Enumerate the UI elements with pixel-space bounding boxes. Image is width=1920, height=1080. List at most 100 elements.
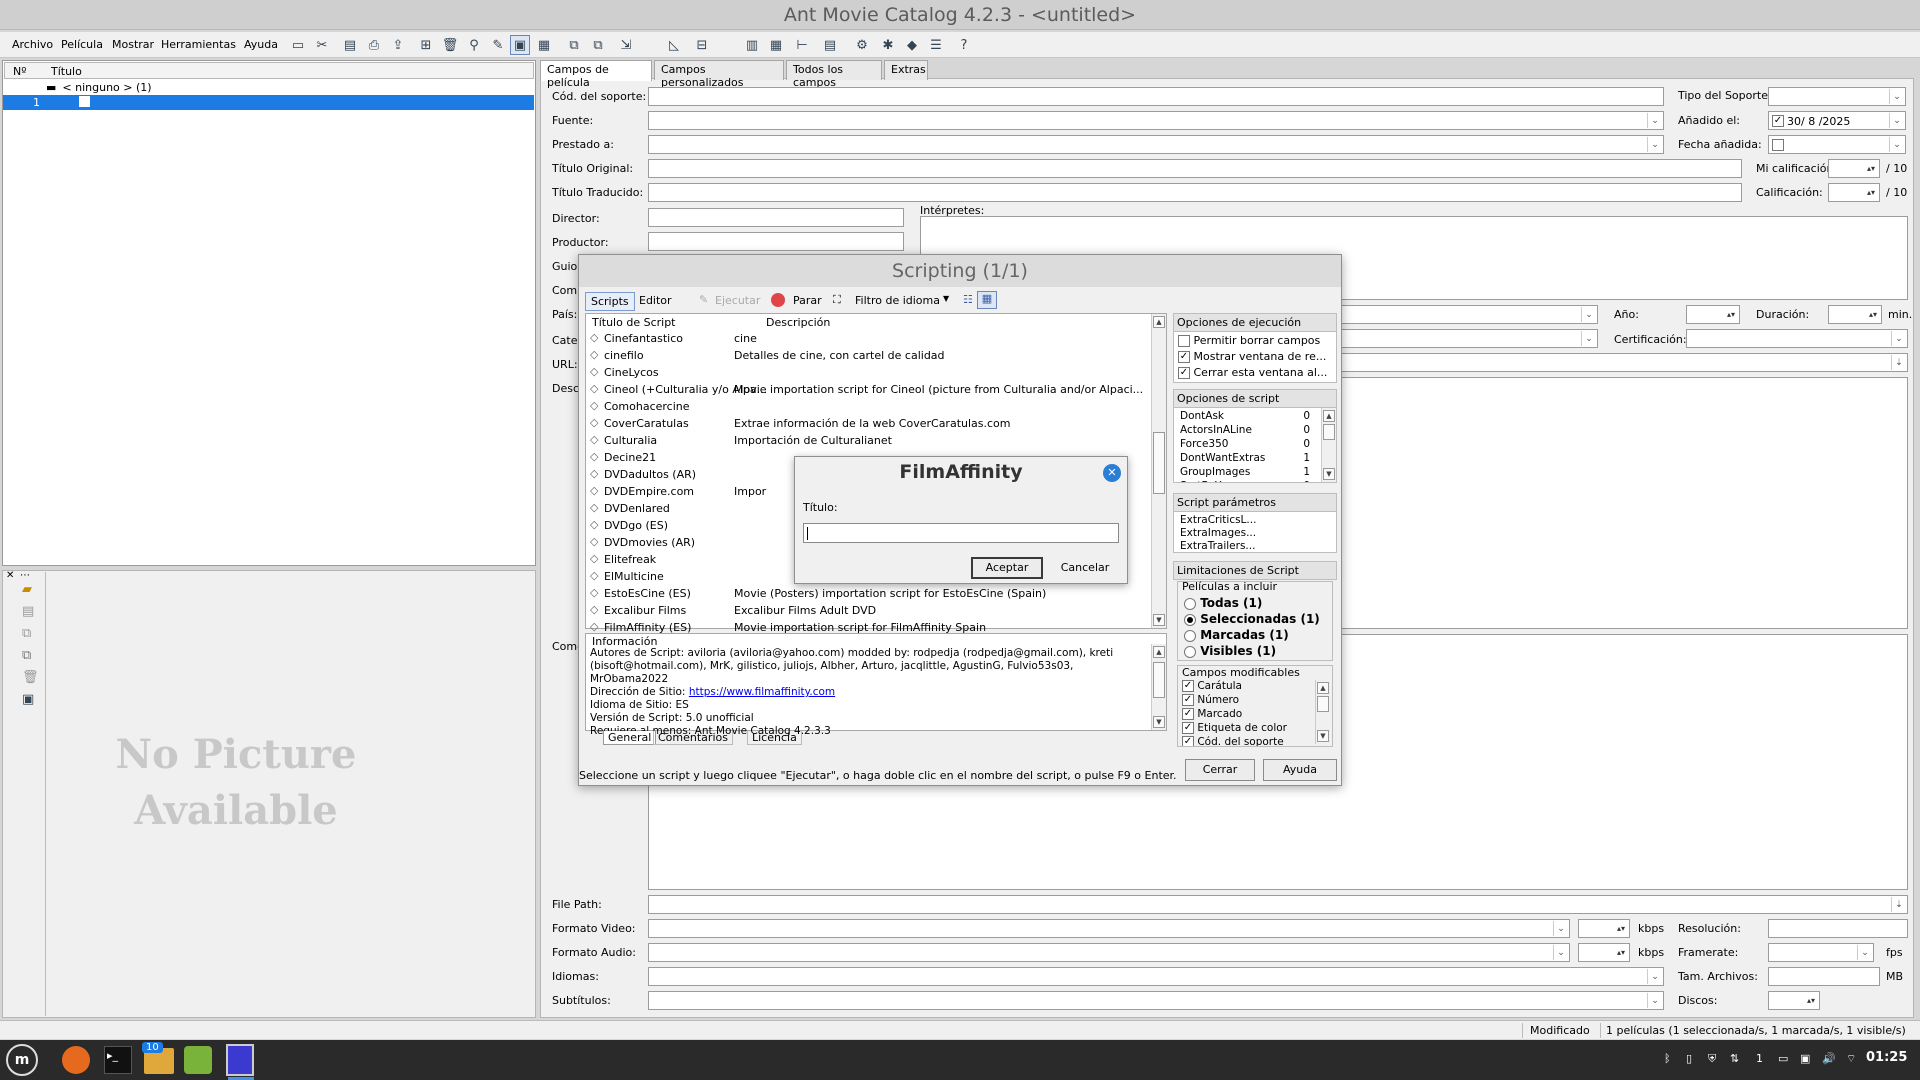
list-item[interactable]: ◇ CineLycos [588, 364, 1148, 381]
menu-mostrar[interactable]: Mostrar [112, 38, 154, 51]
script-param[interactable]: ExtraCriticsL... [1180, 514, 1256, 526]
table-icon[interactable]: ▦ [766, 35, 786, 55]
anadido-date[interactable]: ✓ 30/ 8 /2025 ⌄ [1768, 111, 1906, 130]
tipo-soporte-combo[interactable]: ⌄ [1768, 87, 1906, 106]
director-field[interactable] [648, 208, 904, 227]
prestado-combo[interactable]: ⌄ [648, 135, 1664, 154]
peliculas-option[interactable]: Todas (1) [1184, 596, 1262, 610]
campo-checkbox[interactable]: ✓ [1182, 722, 1194, 734]
options-icon[interactable]: ☰ [926, 35, 946, 55]
grid-icon[interactable]: ▦ [534, 35, 554, 55]
folder-icon[interactable]: ▰ [22, 582, 32, 597]
drag-handle[interactable]: ⋯ [20, 570, 30, 581]
gears-icon[interactable]: ✱ [878, 35, 898, 55]
edit-icon[interactable]: ✎ [488, 35, 508, 55]
fecha-anadida-date[interactable]: ⌄ [1768, 135, 1906, 154]
script-options[interactable]: DontAsk 0 ActorsInALine 0 Force350 0 DontWantE… [1173, 407, 1337, 483]
col-title[interactable]: Título [51, 65, 82, 78]
idiomas-combo[interactable]: ⌄ [648, 967, 1664, 986]
list-item[interactable]: ◇ Cineol (+Culturalia y/o Alpa... Movie im… [588, 381, 1148, 398]
grid-view-icon[interactable]: ▦ [977, 291, 997, 309]
paste-picture-icon[interactable]: ⧉ [22, 648, 31, 663]
find-icon[interactable]: ⚲ [464, 35, 484, 55]
copy-picture-icon[interactable]: ⧉ [22, 626, 31, 641]
script-list-scrollbar[interactable]: ▲ ▼ [1151, 314, 1166, 628]
descripcion-memo[interactable] [1340, 377, 1908, 629]
info-scrollbar[interactable]: ▲ ▼ [1151, 644, 1166, 730]
run-icon[interactable]: ✎ [699, 293, 708, 306]
formato-video-combo[interactable]: ⌄ [648, 919, 1570, 938]
tab-comentarios[interactable]: Comentarios [653, 731, 733, 745]
list-group[interactable]: ▬ < ninguno > (1) [46, 81, 152, 94]
audio-bitrate-spin[interactable]: ▴▾ [1578, 943, 1630, 962]
script-option[interactable]: Force350 0 [1180, 438, 1310, 450]
add-movie-icon[interactable]: ⊞ [416, 35, 436, 55]
ano-spin[interactable]: ▴▾ [1686, 305, 1740, 324]
firefox-icon[interactable] [62, 1046, 90, 1074]
script-option[interactable]: DontAsk 0 [1180, 410, 1310, 422]
subtitulos-combo[interactable]: ⌄ [648, 991, 1664, 1010]
formato-audio-combo[interactable]: ⌄ [648, 943, 1570, 962]
productor-field[interactable] [648, 232, 904, 251]
discos-spin[interactable]: ▴▾ [1768, 991, 1820, 1010]
picture-icon[interactable]: ▣ [510, 35, 530, 55]
volume-icon[interactable]: 🔊 [1822, 1052, 1836, 1065]
paste-icon[interactable]: ⧉ [588, 35, 608, 55]
save-picture-icon[interactable]: ▤ [22, 604, 34, 619]
stop-icon[interactable] [771, 293, 785, 307]
cancelar-button[interactable]: Cancelar [1049, 557, 1121, 579]
battery-icon[interactable]: ▭ [1778, 1052, 1788, 1065]
chevron-down-icon[interactable]: ▼ [943, 294, 949, 303]
workspace-indicator[interactable]: 1 [1756, 1052, 1763, 1065]
scroll-up-icon[interactable]: ▲ [1153, 316, 1165, 328]
info-site-link[interactable]: https://www.filmaffinity.com [689, 686, 835, 698]
peliculas-radio[interactable] [1184, 597, 1196, 610]
tab-campos-pelicula[interactable]: Campos de película [540, 60, 652, 89]
network-icon[interactable]: ⇅ [1730, 1052, 1739, 1065]
peliculas-radio[interactable] [1184, 629, 1196, 642]
open-icon[interactable]: ✂ [312, 35, 332, 55]
tab-todos-campos[interactable]: Todos los campos [786, 60, 882, 89]
titulo-input[interactable] [803, 523, 1119, 543]
bluetooth-icon[interactable]: ᛒ [1664, 1052, 1671, 1065]
save-icon[interactable]: ▤ [340, 35, 360, 55]
copy-icon[interactable]: ⧉ [564, 35, 584, 55]
video-bitrate-spin[interactable]: ▴▾ [1578, 919, 1630, 938]
url-field[interactable]: ⇣ [1340, 353, 1908, 372]
titulo-traducido-field[interactable] [648, 183, 1742, 202]
campo-option[interactable]: ✓ Marcado [1182, 708, 1242, 720]
close-button[interactable]: Cerrar [1185, 759, 1255, 781]
exec-option[interactable]: ✓ Mostrar ventana de re... [1178, 350, 1326, 363]
campo-checkbox[interactable]: ✓ [1182, 680, 1194, 692]
campos-scrollbar[interactable]: ▲ ▼ [1315, 680, 1330, 744]
tab-general[interactable]: General [603, 731, 657, 745]
row-checkbox[interactable] [79, 96, 90, 107]
scroll-thumb[interactable] [1153, 432, 1165, 494]
mi-calificacion-spin[interactable]: ▴▾ [1828, 159, 1880, 178]
aceptar-button[interactable]: Aceptar [971, 557, 1043, 579]
script-param[interactable]: ExtraTrailers... [1180, 540, 1255, 552]
options-scroll-up-icon[interactable]: ▲ [1323, 410, 1335, 422]
campo-option[interactable]: ✓ Etiqueta de color [1182, 722, 1287, 734]
options-scroll-thumb[interactable] [1323, 424, 1335, 440]
info-scroll-thumb[interactable] [1153, 662, 1165, 698]
help-icon[interactable]: ? [954, 35, 974, 55]
campo-checkbox[interactable]: ✓ [1182, 736, 1194, 746]
movie-catalog-icon[interactable] [226, 1044, 254, 1076]
peliculas-option[interactable]: Seleccionadas (1) [1184, 612, 1320, 626]
menu-pelicula[interactable]: Película [61, 38, 103, 51]
campo-checkbox[interactable]: ✓ [1182, 708, 1194, 720]
tab-editor[interactable]: Editor [639, 294, 672, 307]
cod-soporte-field[interactable] [648, 87, 1664, 106]
tam-archivos-field[interactable] [1768, 967, 1880, 986]
print-icon[interactable]: ⎙ [364, 35, 384, 55]
campo-option[interactable]: ✓ Carátula [1182, 680, 1242, 692]
exec-checkbox[interactable] [1178, 335, 1190, 347]
pais-combo[interactable]: ⌄ [1340, 305, 1598, 324]
framerate-combo[interactable]: ⌄ [1768, 943, 1874, 962]
options-scrollbar[interactable]: ▲ ▼ [1321, 408, 1336, 482]
script-option[interactable]: DontWantExtras 1 [1180, 452, 1310, 464]
script-option[interactable]: ActorsInALine 0 [1180, 424, 1310, 436]
tab-scripts[interactable]: Scripts [585, 292, 635, 311]
mint-menu-icon[interactable]: m [6, 1044, 38, 1076]
